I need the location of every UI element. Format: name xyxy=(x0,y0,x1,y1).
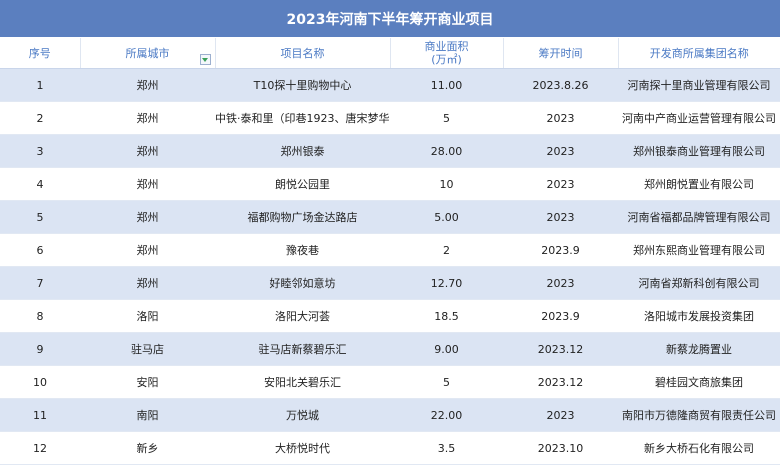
cell-no[interactable]: 2 xyxy=(0,101,80,135)
cell-developer[interactable]: 河南省福都品牌管理有限公司 xyxy=(618,200,780,234)
cell-area[interactable]: 10 xyxy=(390,167,503,201)
table-row: 4 郑州 朗悦公园里 10 2023 郑州朗悦置业有限公司 xyxy=(0,167,780,201)
table-row: 2 郑州 中铁·泰和里（印巷1923、唐宋梦华） 5 2023 河南中产商业运营管理有限公… xyxy=(0,101,780,135)
cell-developer[interactable]: 河南省郑新科创有限公司 xyxy=(618,266,780,300)
cell-developer[interactable]: 郑州东熙商业管理有限公司 xyxy=(618,233,780,267)
cell-city[interactable]: 郑州 xyxy=(80,233,215,267)
table-row: 5 郑州 福都购物广场金达路店 5.00 2023 河南省福都品牌管理有限公司 xyxy=(0,200,780,234)
cell-open[interactable]: 2023 xyxy=(503,167,618,201)
cell-area[interactable]: 18.5 xyxy=(390,299,503,333)
cell-name[interactable]: 万悦城 xyxy=(215,398,390,432)
cell-open[interactable]: 2023.8.26 xyxy=(503,68,618,102)
cell-no[interactable]: 3 xyxy=(0,134,80,168)
cell-open[interactable]: 2023.9 xyxy=(503,299,618,333)
header-area[interactable]: 商业面积 (万㎡) xyxy=(390,38,504,69)
cell-open[interactable]: 2023 xyxy=(503,134,618,168)
cell-area[interactable]: 9.00 xyxy=(390,332,503,366)
cell-area[interactable]: 11.00 xyxy=(390,68,503,102)
cell-no[interactable]: 5 xyxy=(0,200,80,234)
cell-developer[interactable]: 新蔡龙腾置业 xyxy=(618,332,780,366)
cell-developer[interactable]: 南阳市万德隆商贸有限责任公司 xyxy=(618,398,780,432)
cell-area[interactable]: 12.70 xyxy=(390,266,503,300)
cell-open[interactable]: 2023 xyxy=(503,266,618,300)
cell-city[interactable]: 南阳 xyxy=(80,398,215,432)
spreadsheet: 2023年河南下半年筹开商业项目 序号 所属城市 项目名称 商业面积 (万㎡) … xyxy=(0,0,780,465)
cell-no[interactable]: 9 xyxy=(0,332,80,366)
cell-developer[interactable]: 郑州朗悦置业有限公司 xyxy=(618,167,780,201)
cell-developer[interactable]: 河南中产商业运营管理有限公司 xyxy=(618,101,780,135)
cell-open[interactable]: 2023.12 xyxy=(503,332,618,366)
header-city[interactable]: 所属城市 xyxy=(80,38,216,69)
cell-no[interactable]: 10 xyxy=(0,365,80,399)
cell-name[interactable]: 洛阳大河荟 xyxy=(215,299,390,333)
header-city-label: 所属城市 xyxy=(125,46,170,60)
cell-area[interactable]: 5 xyxy=(390,101,503,135)
cell-no[interactable]: 7 xyxy=(0,266,80,300)
table-row: 10 安阳 安阳北关碧乐汇 5 2023.12 碧桂园文商旅集团 xyxy=(0,365,780,399)
cell-name[interactable]: 福都购物广场金达路店 xyxy=(215,200,390,234)
cell-name[interactable]: T10探十里购物中心 xyxy=(215,68,390,102)
project-table: 序号 所属城市 项目名称 商业面积 (万㎡) 筹开时间 开发商所属集团名称 1郑… xyxy=(0,38,780,465)
filter-dropdown-icon[interactable] xyxy=(199,54,211,65)
cell-city[interactable]: 郑州 xyxy=(80,101,215,135)
table-row: 8 洛阳 洛阳大河荟 18.5 2023.9 洛阳城市发展投资集团 xyxy=(0,299,780,333)
header-row: 序号 所属城市 项目名称 商业面积 (万㎡) 筹开时间 开发商所属集团名称 xyxy=(0,38,780,69)
table-row: 3 郑州 郑州银泰 28.00 2023 郑州银泰商业管理有限公司 xyxy=(0,134,780,168)
cell-developer[interactable]: 河南探十里商业管理有限公司 xyxy=(618,68,780,102)
cell-developer[interactable]: 郑州银泰商业管理有限公司 xyxy=(618,134,780,168)
cell-city[interactable]: 驻马店 xyxy=(80,332,215,366)
cell-no[interactable]: 1 xyxy=(0,68,80,102)
cell-open[interactable]: 2023.12 xyxy=(503,365,618,399)
cell-name[interactable]: 驻马店新蔡碧乐汇 xyxy=(215,332,390,366)
cell-no[interactable]: 8 xyxy=(0,299,80,333)
header-open[interactable]: 筹开时间 xyxy=(503,38,619,69)
cell-city[interactable]: 郑州 xyxy=(80,167,215,201)
cell-area[interactable]: 2 xyxy=(390,233,503,267)
cell-city[interactable]: 郑州 xyxy=(80,200,215,234)
cell-open[interactable]: 2023 xyxy=(503,398,618,432)
table-body: 1 郑州 T10探十里购物中心 11.00 2023.8.26 河南探十里商业管理有限公司… xyxy=(0,68,780,465)
cell-area[interactable]: 22.00 xyxy=(390,398,503,432)
cell-open[interactable]: 2023 xyxy=(503,200,618,234)
cell-city[interactable]: 郑州 xyxy=(80,266,215,300)
header-name[interactable]: 项目名称 xyxy=(215,38,391,69)
table-row: 1 郑州 T10探十里购物中心 11.00 2023.8.26 河南探十里商业管理有限公司 xyxy=(0,68,780,102)
table-row: 7 郑州 好睦邻如意坊 12.70 2023 河南省郑新科创有限公司 xyxy=(0,266,780,300)
cell-city[interactable]: 洛阳 xyxy=(80,299,215,333)
cell-name[interactable]: 安阳北关碧乐汇 xyxy=(215,365,390,399)
cell-open[interactable]: 2023.9 xyxy=(503,233,618,267)
cell-developer[interactable]: 洛阳城市发展投资集团 xyxy=(618,299,780,333)
cell-no[interactable]: 11 xyxy=(0,398,80,432)
cell-name[interactable]: 中铁·泰和里（印巷1923、唐宋梦华） xyxy=(215,101,390,135)
table-row: 11 南阳 万悦城 22.00 2023 南阳市万德隆商贸有限责任公司 xyxy=(0,398,780,432)
cell-area[interactable]: 5 xyxy=(390,365,503,399)
cell-name[interactable]: 郑州银泰 xyxy=(215,134,390,168)
header-no[interactable]: 序号 xyxy=(0,38,81,69)
cell-no[interactable]: 4 xyxy=(0,167,80,201)
cell-city[interactable]: 郑州 xyxy=(80,68,215,102)
cell-city[interactable]: 安阳 xyxy=(80,365,215,399)
cell-name[interactable]: 好睦邻如意坊 xyxy=(215,266,390,300)
header-area-line1: 商业面积 xyxy=(424,40,469,53)
table-row: 9 驻马店 驻马店新蔡碧乐汇 9.00 2023.12 新蔡龙腾置业 xyxy=(0,332,780,366)
cell-area[interactable]: 5.00 xyxy=(390,200,503,234)
cell-no[interactable]: 6 xyxy=(0,233,80,267)
table-row: 6 郑州 豫夜巷 2 2023.9 郑州东熙商业管理有限公司 xyxy=(0,233,780,267)
cell-city[interactable]: 郑州 xyxy=(80,134,215,168)
cell-open[interactable]: 2023 xyxy=(503,101,618,135)
cell-name[interactable]: 朗悦公园里 xyxy=(215,167,390,201)
cell-name[interactable]: 豫夜巷 xyxy=(215,233,390,267)
header-developer[interactable]: 开发商所属集团名称 xyxy=(618,38,780,69)
header-area-line2: (万㎡) xyxy=(431,53,462,66)
cell-area[interactable]: 28.00 xyxy=(390,134,503,168)
cell-developer[interactable]: 碧桂园文商旅集团 xyxy=(618,365,780,399)
table-title: 2023年河南下半年筹开商业项目 xyxy=(0,0,780,38)
